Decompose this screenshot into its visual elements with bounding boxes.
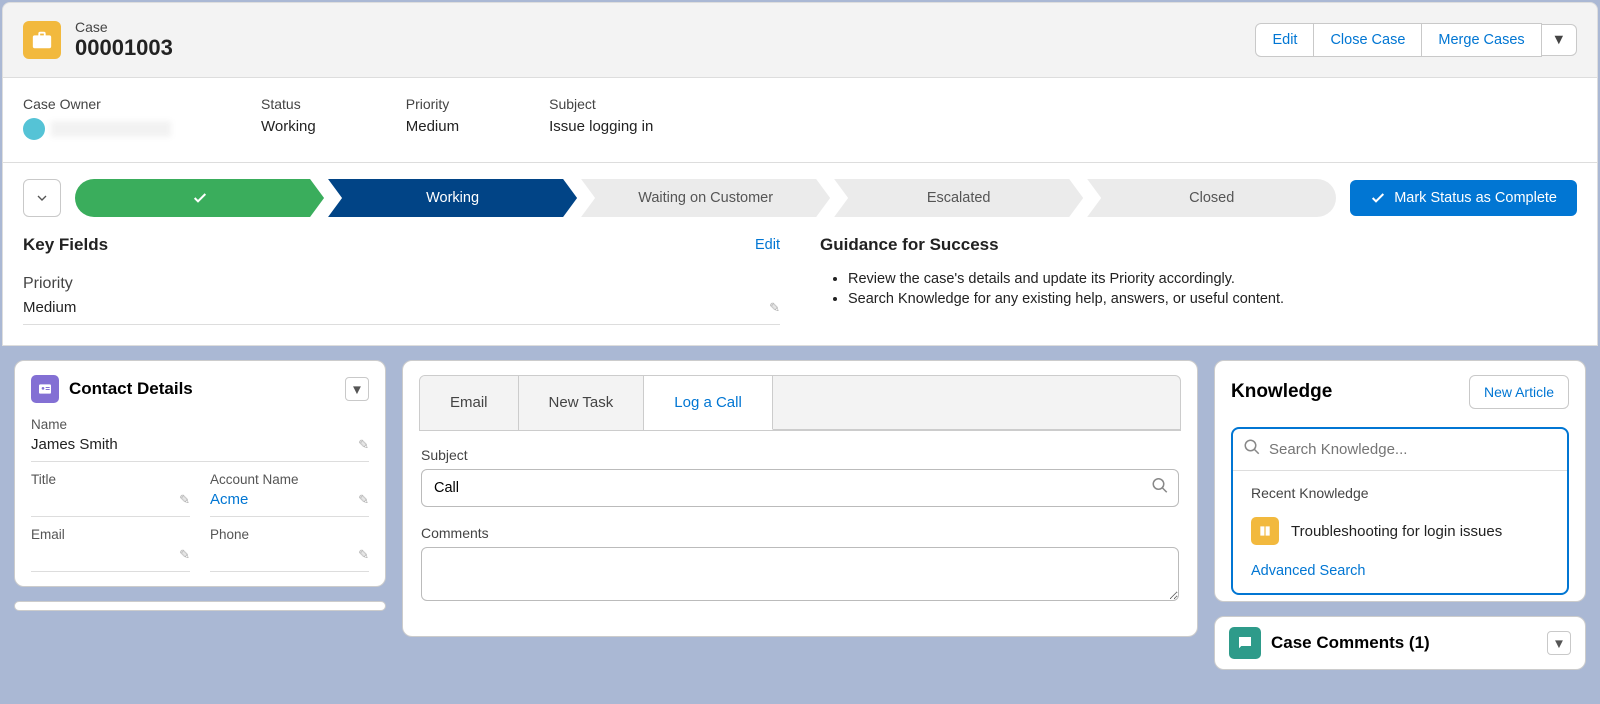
tab-log-call[interactable]: Log a Call [644, 376, 773, 430]
path-stage-waiting[interactable]: Waiting on Customer [581, 179, 830, 217]
owner-name-link[interactable] [51, 121, 171, 137]
edit-title-icon[interactable]: ✎ [179, 492, 190, 508]
case-comments-title: Case Comments (1) [1271, 633, 1430, 653]
subject-label: Subject [421, 447, 1179, 463]
subject-value: Issue logging in [549, 118, 653, 135]
article-icon [1251, 517, 1279, 545]
record-number: 00001003 [75, 35, 173, 61]
guidance: Guidance for Success Review the case's d… [820, 235, 1577, 325]
kf-priority-value: Medium ✎ [23, 299, 780, 325]
owner-label: Case Owner [23, 96, 171, 112]
header-left: Case 00001003 [23, 19, 173, 61]
cd-account-link[interactable]: Acme [210, 491, 248, 508]
knowledge-search-input[interactable] [1261, 429, 1557, 470]
key-fields: Key Fields Edit Priority Medium ✎ [23, 235, 780, 325]
cd-email-label: Email [31, 527, 190, 542]
header-titles: Case 00001003 [75, 19, 173, 61]
highlights-panel: Case Owner Status Working Priority Mediu… [2, 78, 1598, 163]
close-case-button[interactable]: Close Case [1314, 23, 1422, 57]
edit-email-icon[interactable]: ✎ [179, 547, 190, 563]
path-stage-working[interactable]: Working [328, 179, 577, 217]
header-actions: Edit Close Case Merge Cases ▼ [1255, 23, 1577, 57]
status-value: Working [261, 118, 316, 135]
path-stages: Working Waiting on Customer Escalated Cl… [75, 179, 1336, 217]
activity-tabs: Email New Task Log a Call [419, 375, 1181, 431]
guidance-item: Review the case's details and update its… [848, 271, 1577, 287]
case-comments-menu-button[interactable]: ▼ [1547, 631, 1571, 655]
path-expand-button[interactable] [23, 179, 61, 217]
status-field: Status Working [261, 96, 316, 140]
tab-spacer [773, 376, 1180, 430]
path-section: Working Waiting on Customer Escalated Cl… [2, 163, 1598, 346]
cd-name-value: James Smith [31, 436, 118, 453]
knowledge-search-wrap: Recent Knowledge Troubleshooting for log… [1231, 427, 1569, 595]
guidance-item: Search Knowledge for any existing help, … [848, 291, 1577, 307]
edit-account-icon[interactable]: ✎ [358, 492, 369, 508]
path-stage-complete[interactable] [75, 179, 324, 217]
main-columns: Contact Details ▼ Name James Smith ✎ Titl… [14, 360, 1586, 670]
case-comments-card: Case Comments (1) ▼ [1214, 616, 1586, 670]
subject-input[interactable] [421, 469, 1179, 507]
page-header: Case 00001003 Edit Close Case Merge Case… [2, 2, 1598, 78]
subject-lookup-icon[interactable] [1151, 477, 1169, 500]
priority-field: Priority Medium [406, 96, 459, 140]
priority-value: Medium [406, 118, 459, 135]
comments-icon [1229, 627, 1261, 659]
knowledge-item[interactable]: Troubleshooting for login issues [1251, 517, 1549, 545]
guidance-title: Guidance for Success [820, 235, 1577, 255]
merge-cases-button[interactable]: Merge Cases [1422, 23, 1541, 57]
subject-field: Subject Issue logging in [549, 96, 653, 140]
mark-complete-button[interactable]: Mark Status as Complete [1350, 180, 1577, 216]
more-actions-button[interactable]: ▼ [1542, 24, 1577, 56]
edit-name-icon[interactable]: ✎ [358, 437, 369, 453]
edit-button[interactable]: Edit [1255, 23, 1314, 57]
left-card-stub [14, 601, 386, 611]
cd-name-label: Name [31, 417, 369, 432]
case-icon [23, 21, 61, 59]
tab-email[interactable]: Email [420, 376, 519, 430]
tab-new-task[interactable]: New Task [519, 376, 645, 430]
cd-title-label: Title [31, 472, 190, 487]
owner-field: Case Owner [23, 96, 171, 140]
owner-value [23, 118, 171, 140]
recent-knowledge-label: Recent Knowledge [1251, 485, 1549, 501]
advanced-search-link[interactable]: Advanced Search [1251, 563, 1549, 579]
cd-phone-label: Phone [210, 527, 369, 542]
comments-label: Comments [421, 525, 1179, 541]
knowledge-card: Knowledge New Article Recent Knowledge [1214, 360, 1586, 602]
path-stage-closed[interactable]: Closed [1087, 179, 1336, 217]
comments-input[interactable] [421, 547, 1179, 601]
path-stage-escalated[interactable]: Escalated [834, 179, 1083, 217]
knowledge-item-title: Troubleshooting for login issues [1291, 523, 1502, 540]
kf-priority-text: Medium [23, 299, 76, 316]
edit-phone-icon[interactable]: ✎ [358, 547, 369, 563]
object-label: Case [75, 19, 173, 35]
edit-priority-icon[interactable]: ✎ [769, 300, 780, 316]
key-fields-title: Key Fields [23, 235, 108, 255]
activity-card: Email New Task Log a Call Subject Commen… [402, 360, 1198, 637]
kf-priority-label: Priority [23, 275, 780, 293]
contact-icon [31, 375, 59, 403]
subject-label: Subject [549, 96, 653, 112]
search-icon [1243, 438, 1261, 461]
mark-complete-label: Mark Status as Complete [1394, 190, 1557, 206]
owner-avatar-icon [23, 118, 45, 140]
cd-account-label: Account Name [210, 472, 369, 487]
knowledge-title: Knowledge [1231, 381, 1332, 403]
status-label: Status [261, 96, 316, 112]
contact-details-title: Contact Details [69, 379, 193, 399]
contact-details-menu-button[interactable]: ▼ [345, 377, 369, 401]
priority-label: Priority [406, 96, 459, 112]
key-fields-edit-link[interactable]: Edit [755, 237, 780, 253]
contact-details-card: Contact Details ▼ Name James Smith ✎ Titl… [14, 360, 386, 587]
new-article-button[interactable]: New Article [1469, 375, 1569, 409]
